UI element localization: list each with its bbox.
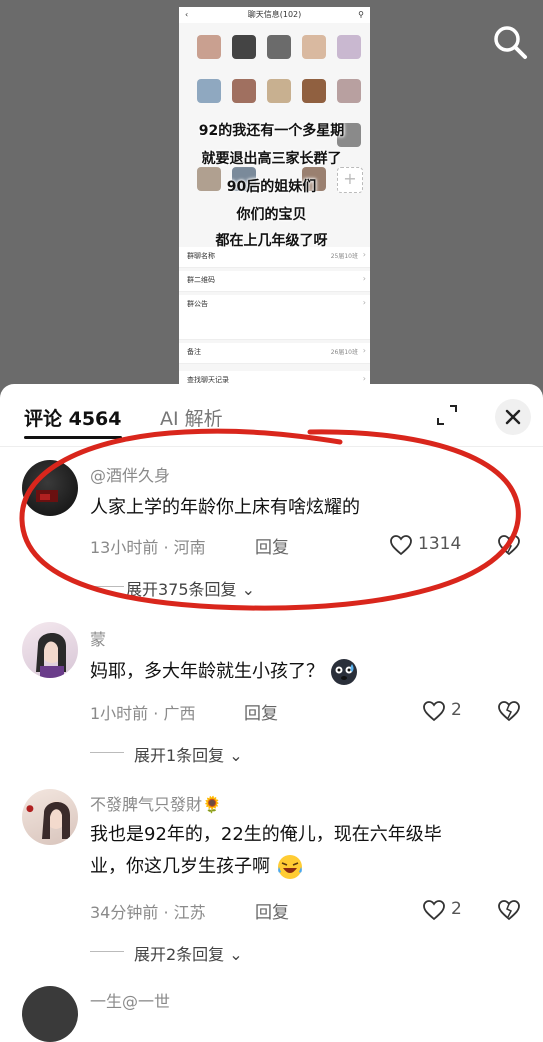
video-caption: 你们的宝贝 (236, 207, 307, 223)
comment-meta: 13小时前 · 河南 (90, 538, 206, 557)
dislike-icon[interactable] (497, 898, 521, 922)
like-count: 2 (451, 899, 462, 919)
avatar (337, 79, 361, 103)
avatar (232, 79, 256, 103)
comment-username[interactable]: 不發脾气只發財🌻 (90, 791, 222, 815)
comment-text: 人家上学的年龄你上床有啥炫耀的 (90, 497, 360, 518)
active-tab-indicator (24, 436, 122, 439)
svg-text:●: ● (26, 804, 34, 814)
phone-header: ‹ 聊天信息(102) ⚲ (179, 7, 370, 23)
comment-username[interactable]: 一生@一世 (90, 988, 170, 1012)
close-button[interactable] (495, 399, 531, 435)
chevron-down-icon: ⌄ (229, 945, 243, 964)
phone-row: 群聊名称 25届10班 › (179, 247, 370, 268)
scared-emoji-icon (330, 659, 357, 685)
heart-icon[interactable] (389, 533, 413, 557)
avatar[interactable] (22, 622, 78, 678)
expand-replies-button[interactable]: 展开375条回复 ⌄ (126, 576, 255, 600)
avatar (197, 79, 221, 103)
like-count: 1314 (418, 534, 462, 554)
avatar[interactable] (22, 460, 78, 516)
heart-icon[interactable] (422, 898, 446, 922)
video-caption: 92的我还有一个多星期 (198, 123, 345, 139)
comment-text: 妈耶，多大年龄就生小孩了？ (90, 656, 520, 688)
reply-button[interactable]: 回复 (255, 898, 289, 923)
tab-ai-analysis[interactable]: AI 解析 (160, 404, 223, 431)
avatar[interactable]: ● (22, 789, 78, 845)
dislike-icon[interactable] (497, 533, 521, 557)
laughing-emoji-icon (277, 855, 302, 879)
search-icon-small: ⚲ (358, 10, 364, 19)
avatar[interactable] (22, 986, 78, 1042)
expand-replies-button[interactable]: 展开1条回复 ⌄ (134, 742, 243, 766)
avatar (197, 35, 221, 59)
reply-button[interactable]: 回复 (255, 533, 289, 558)
phone-row: 群公告 › (179, 295, 370, 340)
tab-comments[interactable]: 评论 4564 (24, 404, 122, 431)
divider (90, 951, 124, 952)
comment-text: 我也是92年的，22生的俺儿，现在六年级毕 业，你这几岁生孩子啊 (90, 819, 520, 883)
chevron-down-icon: ⌄ (229, 746, 243, 765)
video-caption: 都在上几年级了呀 (215, 233, 328, 249)
avatar (267, 35, 291, 59)
dislike-icon[interactable] (497, 699, 521, 723)
comment-tabs: 评论 4564 AI 解析 (0, 384, 543, 447)
close-icon (505, 409, 521, 425)
embedded-phone-screenshot: ‹ 聊天信息(102) ⚲ + 群聊名称 25届10班 › 群二维码 › 群公告 › 备 (179, 7, 370, 398)
expand-replies-button[interactable]: 展开2条回复 ⌄ (134, 941, 243, 965)
video-area[interactable]: ‹ 聊天信息(102) ⚲ + 群聊名称 25届10班 › 群二维码 › 群公告 › 备 (0, 0, 543, 398)
avatar (267, 79, 291, 103)
back-icon: ‹ (185, 10, 189, 19)
comment-meta: 34分钟前 · 江苏 (90, 903, 206, 922)
divider (90, 586, 124, 587)
comment-meta: 1小时前 · 广西 (90, 704, 196, 723)
avatar (232, 35, 256, 59)
video-caption: 90后的姐妹们 (226, 179, 317, 195)
avatar (337, 35, 361, 59)
like-count: 2 (451, 700, 462, 720)
video-caption: 就要退出高三家长群了 (201, 151, 342, 167)
divider (90, 752, 124, 753)
reply-button[interactable]: 回复 (244, 699, 278, 724)
avatar (302, 35, 326, 59)
comment-username[interactable]: 蒙 (90, 626, 106, 650)
heart-icon[interactable] (422, 699, 446, 723)
fullscreen-icon[interactable] (436, 404, 458, 426)
phone-title: 聊天信息(102) (247, 10, 302, 19)
chevron-down-icon: ⌄ (241, 580, 256, 599)
search-icon[interactable] (490, 22, 530, 62)
phone-row: 备注 26届10班 › (179, 343, 370, 364)
phone-row: 群二维码 › (179, 271, 370, 292)
comment-username[interactable]: @酒伴久身 (90, 462, 170, 486)
avatar (302, 79, 326, 103)
